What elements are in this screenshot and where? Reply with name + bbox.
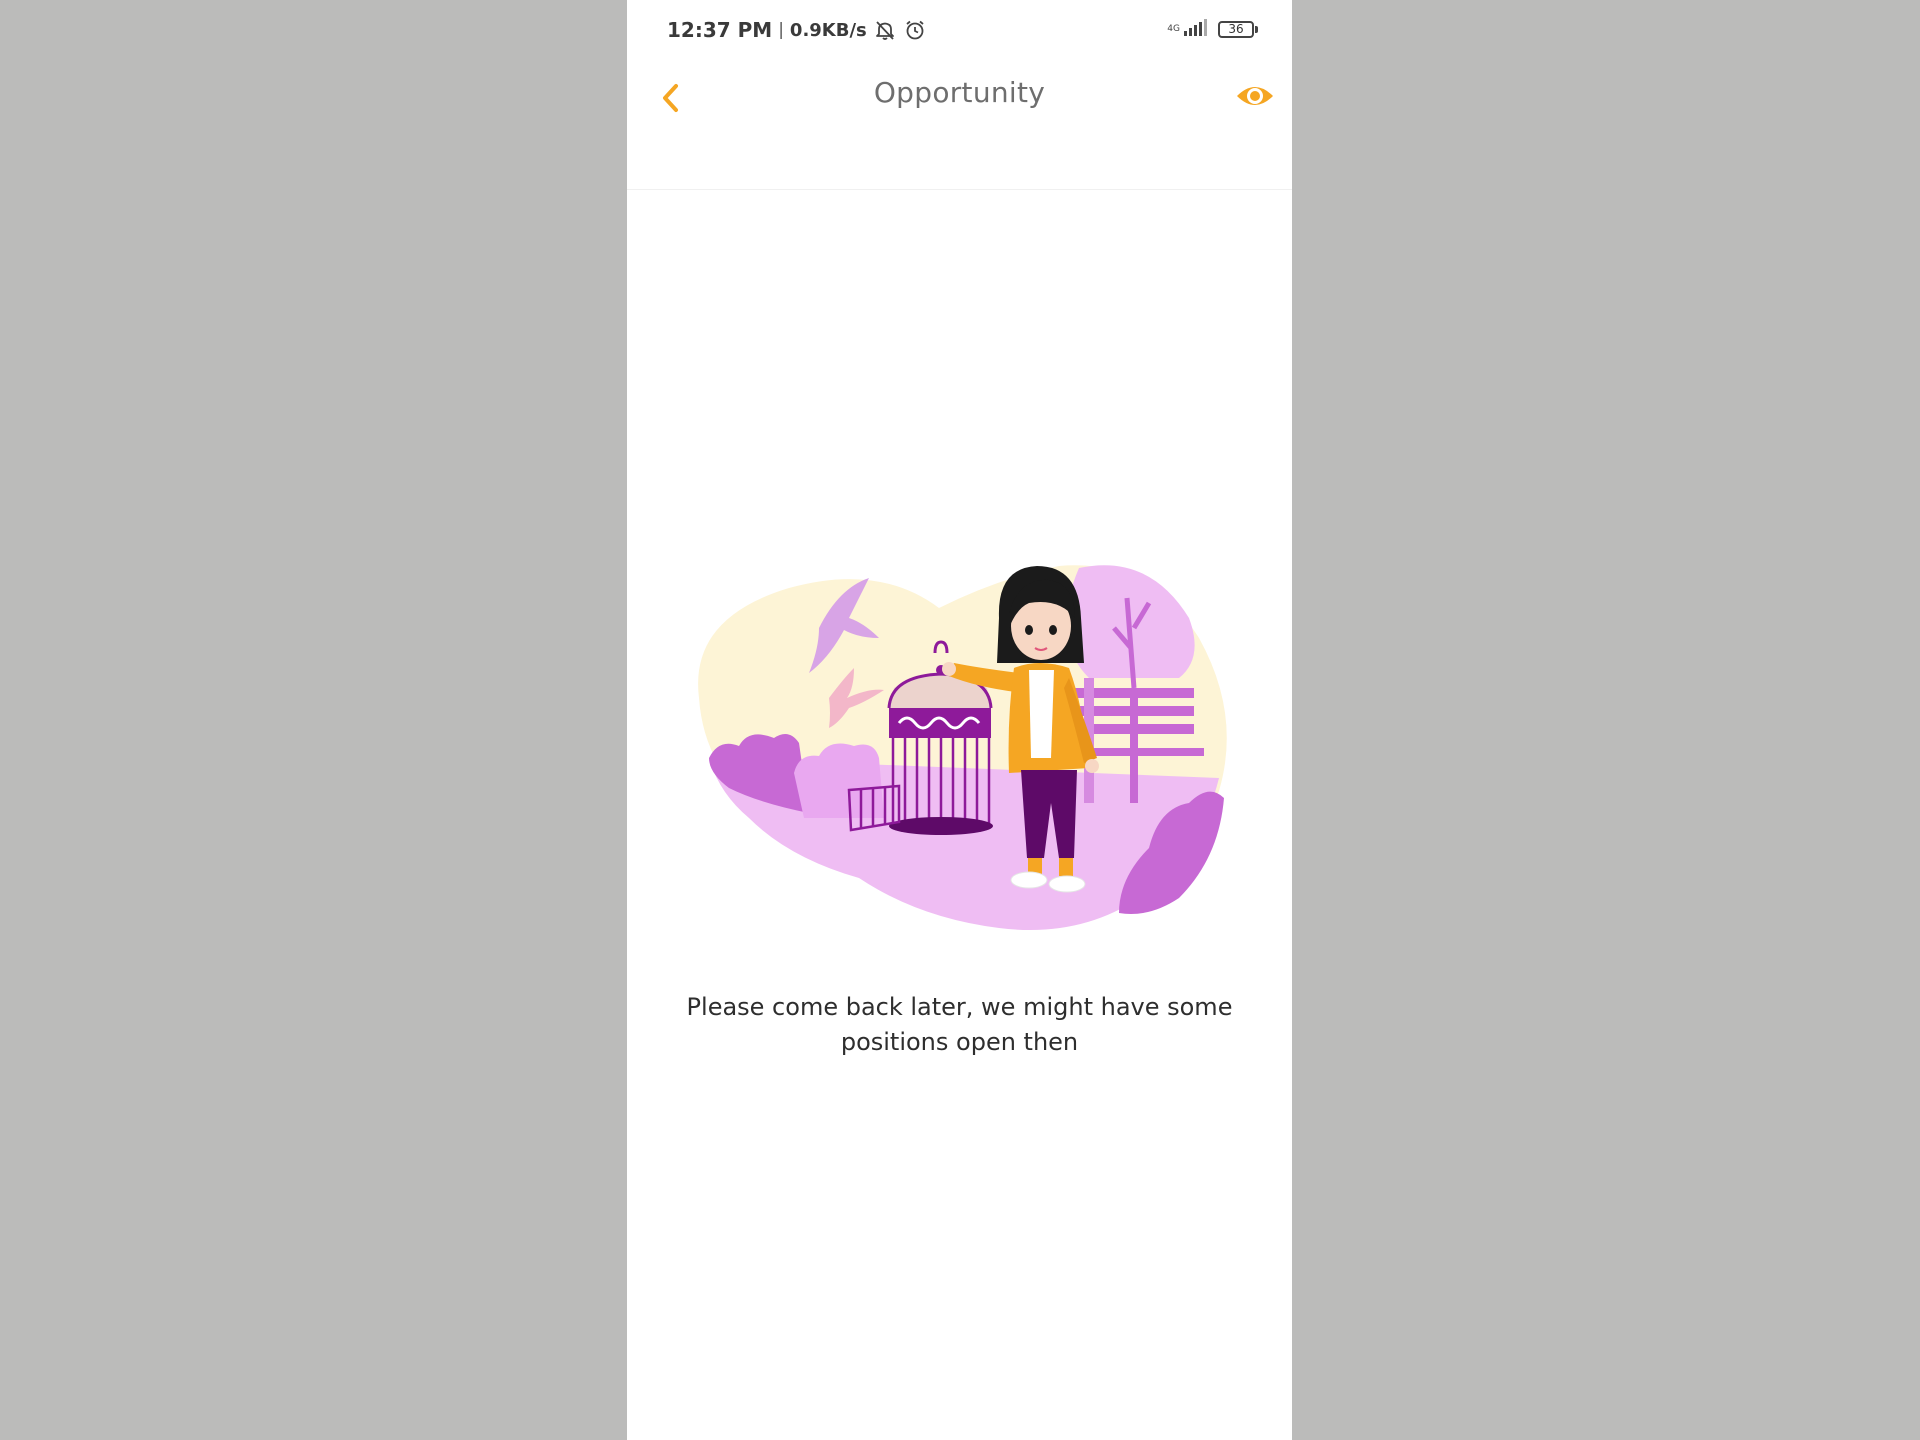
battery-icon: 36: [1218, 20, 1258, 38]
status-time: 12:37 PM: [667, 18, 773, 42]
status-separator: |: [778, 20, 784, 40]
network-type: 4G: [1167, 23, 1180, 34]
status-right: 4G 36: [1167, 18, 1258, 40]
app-header: Opportunity: [627, 62, 1292, 190]
alarm-icon: [903, 18, 927, 42]
eye-button[interactable]: [1234, 80, 1276, 112]
eye-icon: [1237, 87, 1273, 105]
empty-state-illustration: [679, 558, 1239, 938]
battery-level: 36: [1228, 21, 1244, 36]
empty-state-message: Please come back later, we might have so…: [686, 993, 1233, 1056]
phone-screen: 12:37 PM | 0.9KB/s 4G 36 Opportunity Ple…: [627, 0, 1292, 1440]
mute-icon: [873, 18, 897, 42]
bench-seat: [1079, 748, 1204, 756]
status-left: 12:37 PM | 0.9KB/s: [667, 18, 927, 42]
status-bar: 12:37 PM | 0.9KB/s 4G 36: [627, 0, 1292, 62]
girl-releasing-birds-illustration: [698, 565, 1227, 930]
signal-icon: [1182, 18, 1208, 40]
network-speed: 0.9KB/s: [789, 19, 867, 41]
page-title: Opportunity: [873, 76, 1046, 109]
